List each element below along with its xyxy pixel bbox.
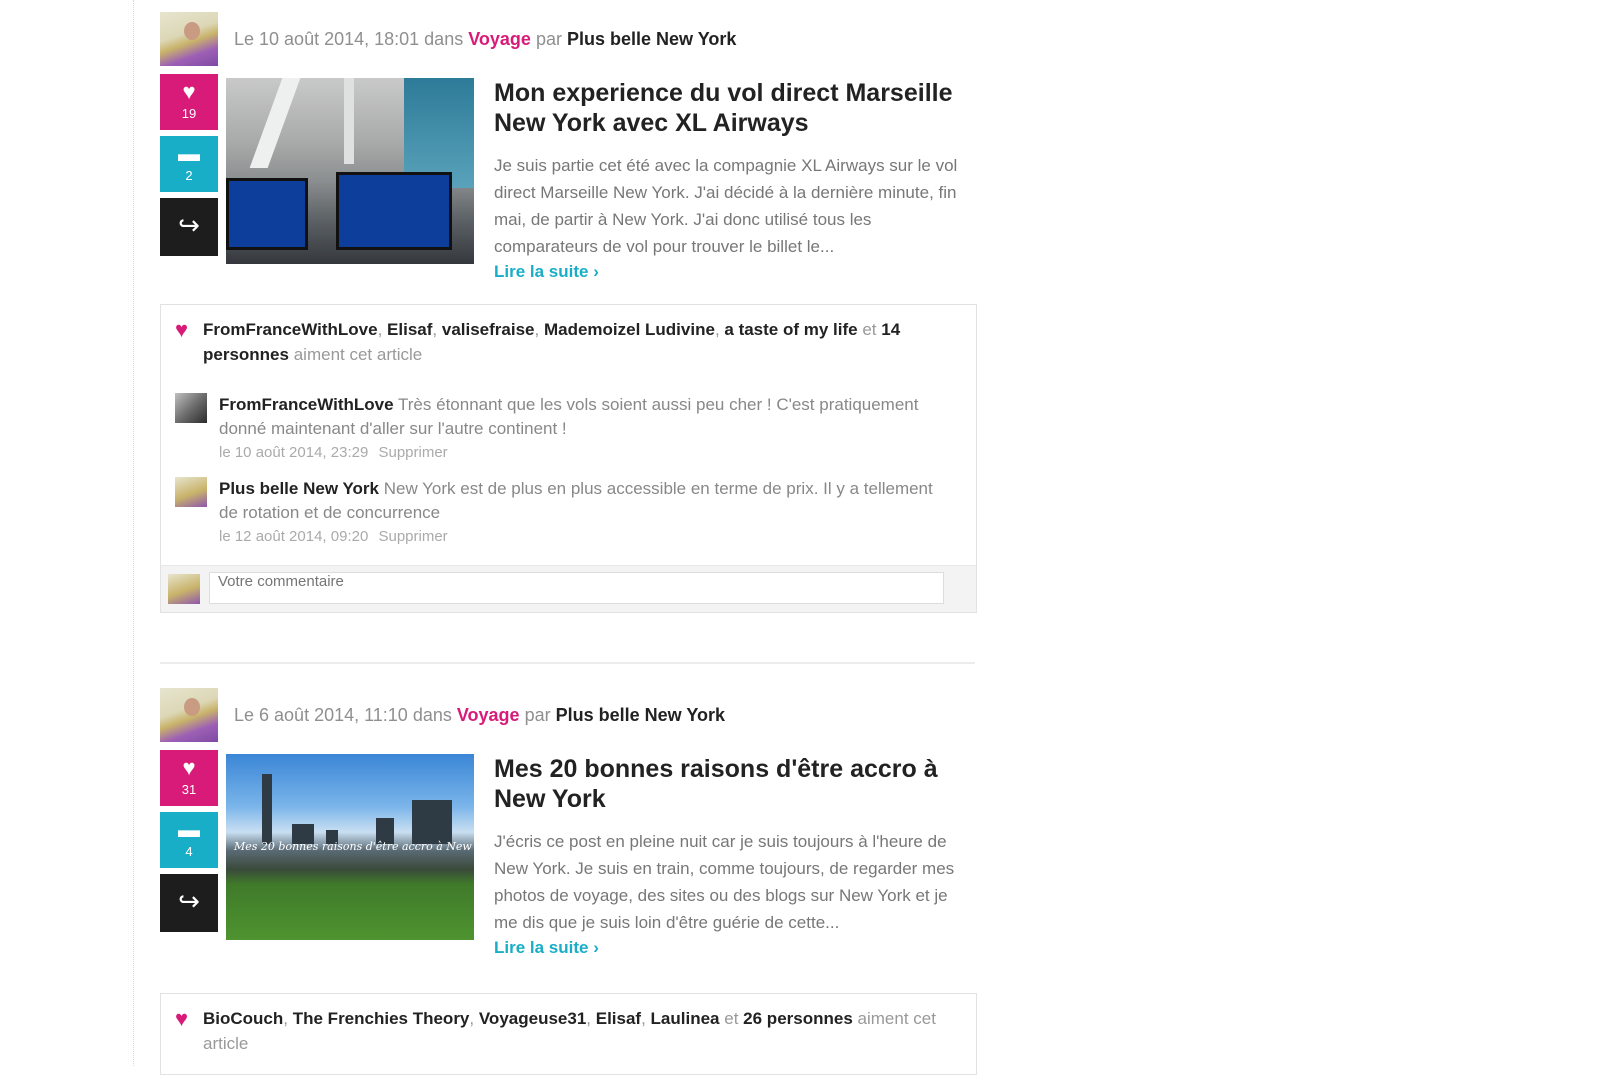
read-more-link[interactable]: Lire la suite › xyxy=(494,938,599,958)
comment-date: le 12 août 2014, 09:20 xyxy=(219,528,369,545)
like-count: 19 xyxy=(181,106,197,121)
liker-link[interactable]: a taste of my life xyxy=(724,320,857,339)
liker-link[interactable]: Elisaf xyxy=(387,320,432,339)
post-separator xyxy=(160,662,975,664)
speech-bubble-icon: ▬ xyxy=(178,141,200,166)
avatar[interactable] xyxy=(175,477,207,507)
avatar xyxy=(168,574,200,604)
comment-author[interactable]: FromFranceWithLove xyxy=(219,395,394,414)
post-meta-text: Le 10 août 2014, 18:01 dans Voyage par P… xyxy=(234,29,736,50)
post-excerpt: Je suis partie cet été avec la compagnie… xyxy=(494,156,958,256)
comment-input[interactable] xyxy=(209,572,944,604)
likes-summary: ♥ BioCouch, The Frenchies Theory, Voyage… xyxy=(175,1006,936,1053)
liker-link[interactable]: Voyageuse31 xyxy=(479,1009,586,1028)
post-thumbnail[interactable] xyxy=(226,78,474,264)
author-link[interactable]: Plus belle New York xyxy=(556,705,725,725)
liker-link[interactable]: Elisaf xyxy=(596,1009,641,1028)
like-button[interactable]: ♥ 31 xyxy=(160,750,218,806)
comment-author[interactable]: Plus belle New York xyxy=(219,479,379,498)
and-label: et xyxy=(862,320,877,339)
comment-form xyxy=(161,565,976,612)
post-meta: Le 10 août 2014, 18:01 dans Voyage par P… xyxy=(160,12,975,68)
likes-suffix: aiment cet article xyxy=(293,345,423,364)
delete-comment-link[interactable]: Supprimer xyxy=(378,528,447,545)
delete-comment-link[interactable]: Supprimer xyxy=(378,444,447,461)
post-content: Mes 20 bonnes raisons d'être accro à New… xyxy=(494,754,972,958)
comment: FromFranceWithLove Très étonnant que les… xyxy=(175,393,945,465)
share-button[interactable]: ↪ xyxy=(160,198,218,256)
post-thumbnail[interactable]: Mes 20 bonnes raisons d'être accro à New… xyxy=(226,754,474,940)
category-link[interactable]: Voyage xyxy=(457,705,520,725)
share-button[interactable]: ↪ xyxy=(160,874,218,932)
post-title[interactable]: Mes 20 bonnes raisons d'être accro à New… xyxy=(494,754,972,814)
comment: Plus belle New York New York est de plus… xyxy=(175,477,945,549)
avatar[interactable] xyxy=(175,393,207,423)
blog-post: Le 10 août 2014, 18:01 dans Voyage par P… xyxy=(160,12,977,613)
by-label: par xyxy=(535,29,562,49)
social-box: ♥ BioCouch, The Frenchies Theory, Voyage… xyxy=(160,993,977,1075)
comment-date: le 10 août 2014, 23:29 xyxy=(219,444,369,461)
image-caption: Mes 20 bonnes raisons d'être accro à New… xyxy=(234,840,474,853)
comment-count: 2 xyxy=(185,168,193,183)
liker-link[interactable]: The Frenchies Theory xyxy=(293,1009,470,1028)
read-more-link[interactable]: Lire la suite › xyxy=(494,262,599,282)
liker-link[interactable]: Laulinea xyxy=(651,1009,720,1028)
category-link[interactable]: Voyage xyxy=(468,29,531,49)
like-button[interactable]: ♥ 19 xyxy=(160,74,218,130)
share-arrow-icon: ↪ xyxy=(178,210,200,240)
like-count: 31 xyxy=(181,782,197,797)
comment-button[interactable]: ▬ 4 xyxy=(160,812,218,868)
share-arrow-icon: ↪ xyxy=(178,886,200,916)
blog-post: Le 6 août 2014, 11:10 dans Voyage par Pl… xyxy=(160,688,977,1075)
post-meta-text: Le 6 août 2014, 11:10 dans Voyage par Pl… xyxy=(234,705,725,726)
post-actions: ♥ 31 ▬ 4 ↪ xyxy=(160,750,218,938)
avatar[interactable] xyxy=(160,12,218,66)
heart-icon: ♥ xyxy=(175,317,189,342)
comment-button[interactable]: ▬ 2 xyxy=(160,136,218,192)
post-meta: Le 6 août 2014, 11:10 dans Voyage par Pl… xyxy=(160,688,975,744)
by-label: par xyxy=(524,705,551,725)
author-link[interactable]: Plus belle New York xyxy=(567,29,736,49)
comment-count: 4 xyxy=(185,844,193,859)
left-divider xyxy=(133,0,134,1066)
and-label: et xyxy=(724,1009,739,1028)
liker-link[interactable]: valisefraise xyxy=(442,320,535,339)
other-likers-link[interactable]: 26 personnes xyxy=(743,1009,853,1028)
liker-link[interactable]: FromFranceWithLove xyxy=(203,320,378,339)
liker-link[interactable]: Mademoizel Ludivine xyxy=(544,320,715,339)
post-title[interactable]: Mon experience du vol direct Marseille N… xyxy=(494,78,972,138)
post-date: Le 6 août 2014, 11:10 dans xyxy=(234,705,452,725)
post-content: Mon experience du vol direct Marseille N… xyxy=(494,78,972,282)
avatar[interactable] xyxy=(160,688,218,742)
speech-bubble-icon: ▬ xyxy=(178,817,200,842)
liker-link[interactable]: BioCouch xyxy=(203,1009,283,1028)
likes-summary: ♥ FromFranceWithLove, Elisaf, valisefrai… xyxy=(175,317,901,364)
post-actions: ♥ 19 ▬ 2 ↪ xyxy=(160,74,218,262)
post-date: Le 10 août 2014, 18:01 dans xyxy=(234,29,464,49)
heart-icon: ♥ xyxy=(182,755,196,780)
social-box: ♥ FromFranceWithLove, Elisaf, valisefrai… xyxy=(160,304,977,613)
heart-icon: ♥ xyxy=(182,79,196,104)
post-excerpt: J'écris ce post en pleine nuit car je su… xyxy=(494,832,955,932)
heart-icon: ♥ xyxy=(175,1006,189,1031)
